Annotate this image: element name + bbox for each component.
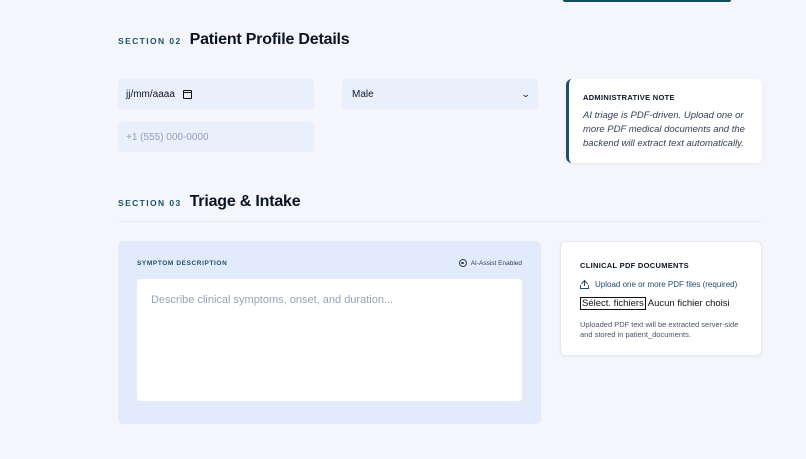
section-02-header: SECTION 02 Patient Profile Details <box>118 31 350 49</box>
choose-files-button[interactable]: Sélect. fichiers <box>580 297 646 310</box>
upload-label[interactable]: Upload one or more PDF files (required) <box>580 279 742 289</box>
page: SECTION 02 Patient Profile Details jj/mm… <box>0 0 806 459</box>
ai-assist-label: AI-Assist Enabled <box>470 259 522 267</box>
symptom-panel: SYMPTOM DESCRIPTION AI-Assist Enabled <box>118 241 541 424</box>
phone-placeholder: +1 (555) 000-0000 <box>126 131 209 143</box>
date-placeholder: jj/mm/aaaa <box>126 88 175 100</box>
section-tag: SECTION 02 <box>118 36 182 46</box>
section-tag: SECTION 03 <box>118 198 182 208</box>
upload-label-text: Upload one or more PDF files (required) <box>595 280 738 289</box>
clinical-pdf-card: CLINICAL PDF DOCUMENTS Upload one or mor… <box>560 241 762 356</box>
calendar-icon[interactable] <box>182 89 192 99</box>
file-status: Aucun fichier choisi <box>647 298 730 309</box>
file-input: Sélect. fichiers Aucun fichier choisi <box>580 297 742 310</box>
pdf-card-title: CLINICAL PDF DOCUMENTS <box>580 261 689 270</box>
phone-input[interactable]: +1 (555) 000-0000 <box>118 122 314 152</box>
note-body: AI triage is PDF-driven. Upload one or m… <box>583 110 745 149</box>
symptom-description-textarea[interactable] <box>137 279 522 401</box>
sex-select-value: Male <box>352 88 374 100</box>
ai-assist-icon <box>458 259 467 267</box>
pdf-help-text: Uploaded PDF text will be extracted serv… <box>580 320 739 339</box>
section-title: Patient Profile Details <box>189 31 350 48</box>
section-title: Triage & Intake <box>189 193 301 210</box>
note-title: ADMINISTRATIVE NOTE <box>583 93 675 102</box>
top-accent-bar <box>563 0 731 2</box>
ai-assist-badge: AI-Assist Enabled <box>458 259 522 267</box>
sex-select[interactable]: Male ⌄ <box>342 79 538 109</box>
administrative-note-card: ADMINISTRATIVE NOTE AI triage is PDF-dri… <box>566 79 762 163</box>
section-03-header: SECTION 03 Triage & Intake <box>118 193 301 211</box>
section-divider <box>118 221 762 222</box>
chevron-down-icon: ⌄ <box>521 88 532 99</box>
upload-icon <box>580 279 589 289</box>
date-of-birth-input[interactable]: jj/mm/aaaa <box>118 79 314 109</box>
symptom-label: SYMPTOM DESCRIPTION <box>137 260 228 267</box>
